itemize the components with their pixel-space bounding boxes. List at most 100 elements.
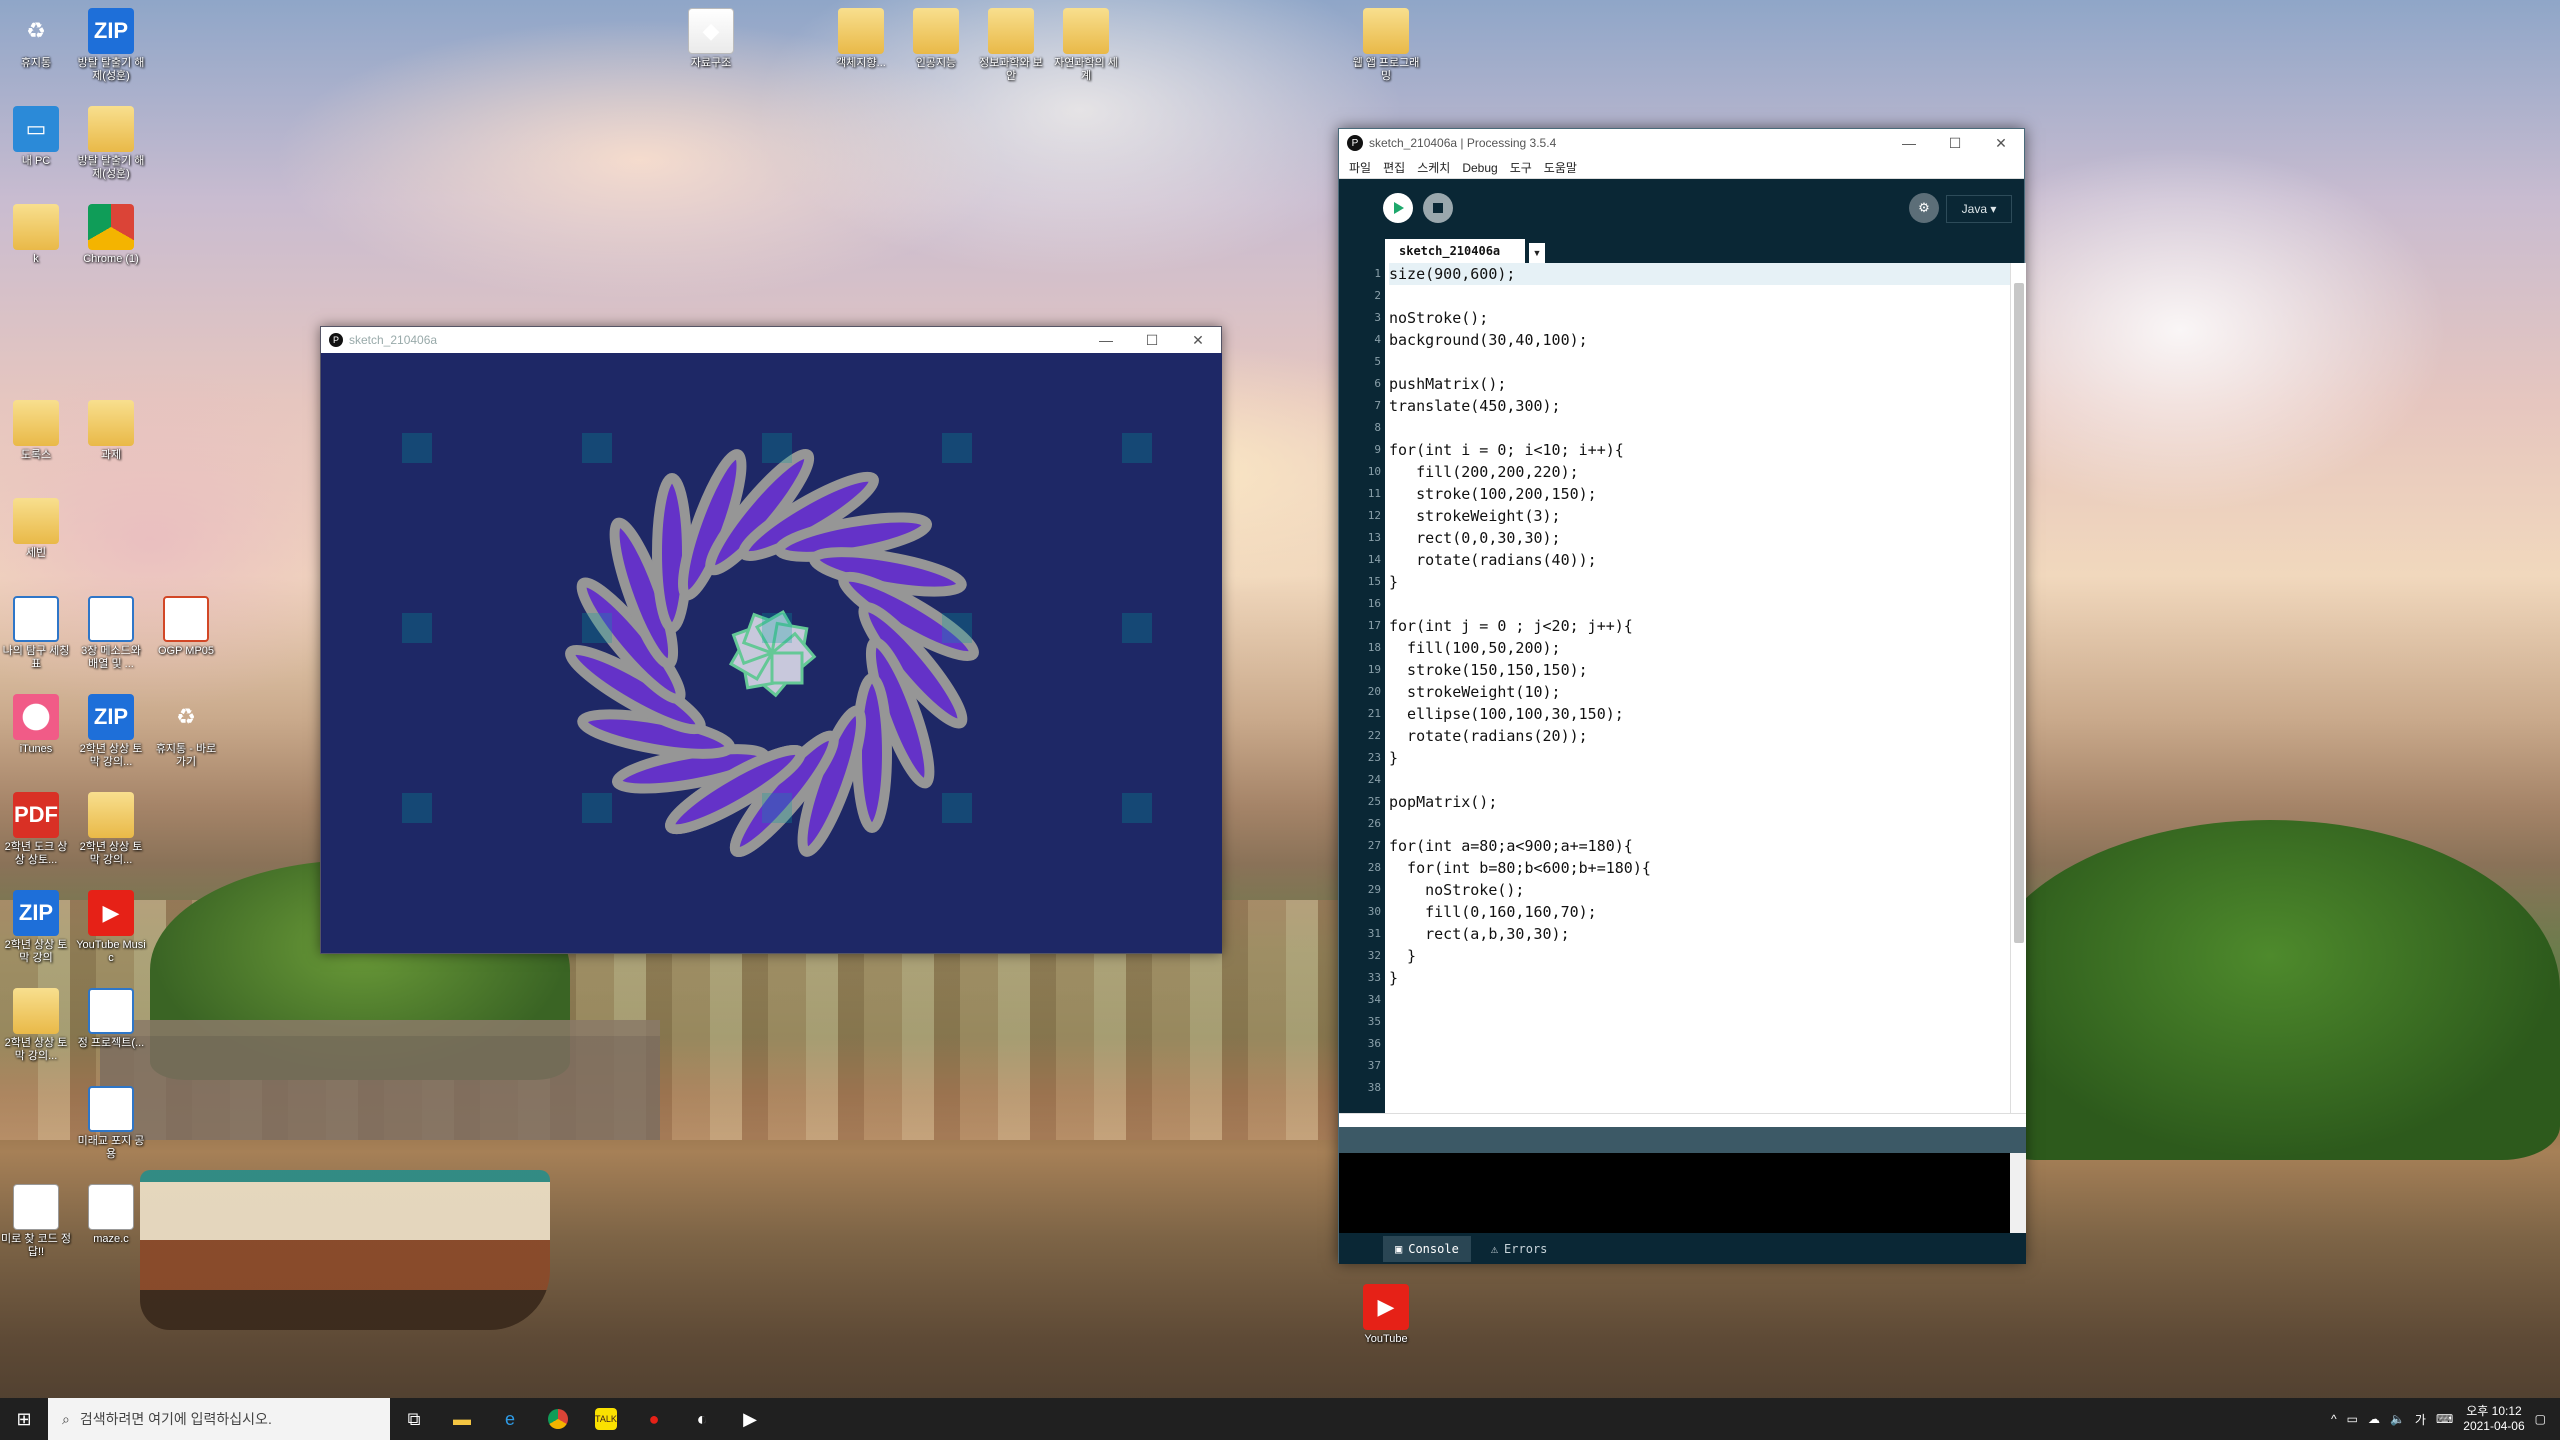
desktop-icon[interactable]: Cmaze.c (75, 1184, 147, 1246)
stop-button[interactable] (1423, 193, 1453, 223)
processing-ide-window[interactable]: P sketch_210406a | Processing 3.5.4 — ☐ … (1338, 128, 2026, 1264)
bridge-scenery (100, 1020, 660, 1140)
desktop-icon[interactable]: 도록스 (0, 400, 72, 462)
sketch-app-button[interactable]: ▶ (726, 1398, 774, 1440)
run-button[interactable] (1383, 193, 1413, 223)
desktop-icon[interactable]: 정보과학와 보안 (975, 8, 1047, 83)
desktop-icon[interactable]: ㅎ 나의 탐구 세칭표 (0, 596, 72, 671)
desktop-icon[interactable]: 2학년 상상 토막 강의... (75, 792, 147, 867)
processing-button[interactable]: ◐ (678, 1398, 726, 1440)
taskbar-search[interactable]: ⌕ 검색하려면 여기에 입력하십시오. (48, 1398, 390, 1440)
clock[interactable]: 오후 10:12 2021-04-06 (2463, 1404, 2524, 1434)
tab-errors[interactable]: ⚠ Errors (1479, 1236, 1560, 1262)
desktop-icon[interactable]: ZIP 2학년 상상 토막 강의... (75, 694, 147, 769)
vertical-scrollbar[interactable] (2010, 263, 2026, 1113)
menu-help[interactable]: 도움말 (1538, 159, 1583, 176)
edge-button[interactable]: e (486, 1398, 534, 1440)
minimize-button[interactable]: — (1083, 327, 1129, 353)
code-line: fill(0,160,160,70); (1389, 903, 1597, 921)
kakaotalk-button[interactable]: TALK (582, 1398, 630, 1440)
desktop-icon[interactable]: ZIP 2학년 상상 토막 강의 (0, 890, 72, 965)
desktop-icon[interactable]: 인공지능 (900, 8, 972, 70)
hwp-icon: ㅎ (88, 1086, 134, 1132)
tab-menu-button[interactable]: ▼ (1529, 243, 1545, 263)
desktop-icon[interactable]: 웹 앱 프로그래밍 (1350, 8, 1422, 83)
desktop-icon[interactable]: ♻ 휴지통 - 바로 가기 (150, 694, 222, 769)
menu-tools[interactable]: 도구 (1504, 159, 1538, 176)
chrome-button[interactable] (534, 1398, 582, 1440)
menu-sketch[interactable]: 스케치 (1411, 159, 1456, 176)
desktop-icon[interactable]: 객체지향... (825, 8, 897, 70)
desktop-icon[interactable]: P OGP MP05 (150, 596, 222, 658)
cloud-icon[interactable]: ☁ (2368, 1412, 2380, 1426)
desktop-icon[interactable]: ◆ 자료구조 (675, 8, 747, 70)
tab-console[interactable]: ▣ Console (1383, 1235, 1471, 1262)
taskbar: ⊞ ⌕ 검색하려면 여기에 입력하십시오. ⧉ ▬ e TALK ● ◐ ▶ ^… (0, 1398, 2560, 1440)
tab-sketch[interactable]: sketch_210406a (1385, 239, 1525, 263)
warning-icon: ⚠ (1490, 1241, 1499, 1256)
ide-titlebar[interactable]: P sketch_210406a | Processing 3.5.4 — ☐ … (1339, 129, 2024, 157)
desktop-icon[interactable]: ♫ iTunes (0, 694, 72, 756)
close-button[interactable]: ✕ (1175, 327, 1221, 353)
desktop-icon[interactable]: ▶ YouTube Music (75, 890, 147, 965)
menu-debug[interactable]: Debug (1456, 161, 1503, 175)
mode-selector[interactable]: Java ▾ (1946, 195, 2012, 223)
desktop-icon[interactable]: PDF 2학년 도크 상상 상토... (0, 792, 72, 867)
volume-icon[interactable]: 🔈 (2390, 1412, 2405, 1426)
desktop-icon[interactable]: ㅎ 3장 메소드와 배열 및 ... (75, 596, 147, 671)
task-view-button[interactable]: ⧉ (390, 1398, 438, 1440)
maximize-button[interactable]: ☐ (1932, 130, 1978, 156)
minimize-button[interactable]: — (1886, 130, 1932, 156)
desktop-icon[interactable]: ㅎ 미래교 포지 공용 (75, 1086, 147, 1161)
desktop-icon[interactable]: 방탈 탈출기 해제(성훈) (75, 106, 147, 181)
menu-edit[interactable]: 편집 (1377, 159, 1411, 176)
play-icon (1394, 202, 1404, 214)
sketch-window[interactable]: P sketch_210406a — ☐ ✕ (320, 326, 1222, 954)
network-icon[interactable]: ▭ (2347, 1412, 2358, 1426)
desktop-icon[interactable]: 미로 찾 코드 정답!! (0, 1184, 72, 1259)
start-button[interactable]: ⊞ (0, 1398, 48, 1440)
ide-window-title: sketch_210406a | Processing 3.5.4 (1369, 136, 1557, 150)
line-number: 13 (1367, 531, 1381, 544)
close-button[interactable]: ✕ (1978, 130, 2024, 156)
desktop-icon[interactable]: k (0, 204, 72, 266)
file-explorer-button[interactable]: ▬ (438, 1398, 486, 1440)
horizontal-scrollbar[interactable] (1339, 1113, 2026, 1127)
line-number: 5 (1374, 355, 1381, 368)
desktop-icon[interactable]: Chrome (1) (75, 204, 147, 266)
line-number: 18 (1367, 641, 1381, 654)
chrome-icon (548, 1409, 568, 1429)
code-text-area[interactable]: size(900,600); noStroke(); background(30,4… (1385, 263, 2010, 1113)
console-output[interactable] (1339, 1153, 2026, 1233)
keyboard-icon[interactable]: ⌨ (2436, 1412, 2453, 1426)
sketch-titlebar[interactable]: P sketch_210406a — ☐ ✕ (321, 327, 1221, 353)
desktop-icon[interactable]: 자연과학의 세계 (1050, 8, 1122, 83)
desktop-icon[interactable]: 과제 (75, 400, 147, 462)
desktop-icon[interactable]: ZIP 방탈 탈출기 해제(성훈) (75, 8, 147, 83)
debugger-button[interactable]: ⚙ (1909, 193, 1939, 223)
desktop-icon[interactable]: ▶ YouTube (1350, 1284, 1422, 1346)
ime-language[interactable]: 가 (2415, 1411, 2426, 1428)
show-hidden-icons-button[interactable]: ^ (2331, 1412, 2337, 1426)
code-line: rotate(radians(40)); (1389, 551, 1597, 569)
scrollbar-thumb[interactable] (2014, 283, 2024, 943)
line-number: 38 (1367, 1081, 1381, 1094)
menu-file[interactable]: 파일 (1343, 159, 1377, 176)
notification-icon[interactable]: ▢ (2535, 1412, 2546, 1426)
desktop-icon[interactable]: ㅎ 정 프로젝트(... (75, 988, 147, 1050)
maximize-button[interactable]: ☐ (1129, 327, 1175, 353)
desktop-icon[interactable]: ▭ 내 PC (0, 106, 72, 168)
desktop-icon[interactable]: 세빈 (0, 498, 72, 560)
desktop-icon[interactable]: ♻ 휴지통 (0, 8, 72, 70)
code-line: } (1389, 947, 1417, 965)
ppt-icon: P (163, 596, 209, 642)
console-scrollbar[interactable] (2010, 1153, 2026, 1233)
desktop-icon[interactable]: 2학년 상상 토막 강의... (0, 988, 72, 1063)
youtube-music-button[interactable]: ● (630, 1398, 678, 1440)
code-editor[interactable]: 1 2 3 4 5 6 7 8 9 10 11 12 13 14 15 16 17 18 19 20 21 22 23 24 2… (1339, 263, 2026, 1113)
line-number: 37 (1367, 1059, 1381, 1072)
line-number: 11 (1367, 487, 1381, 500)
